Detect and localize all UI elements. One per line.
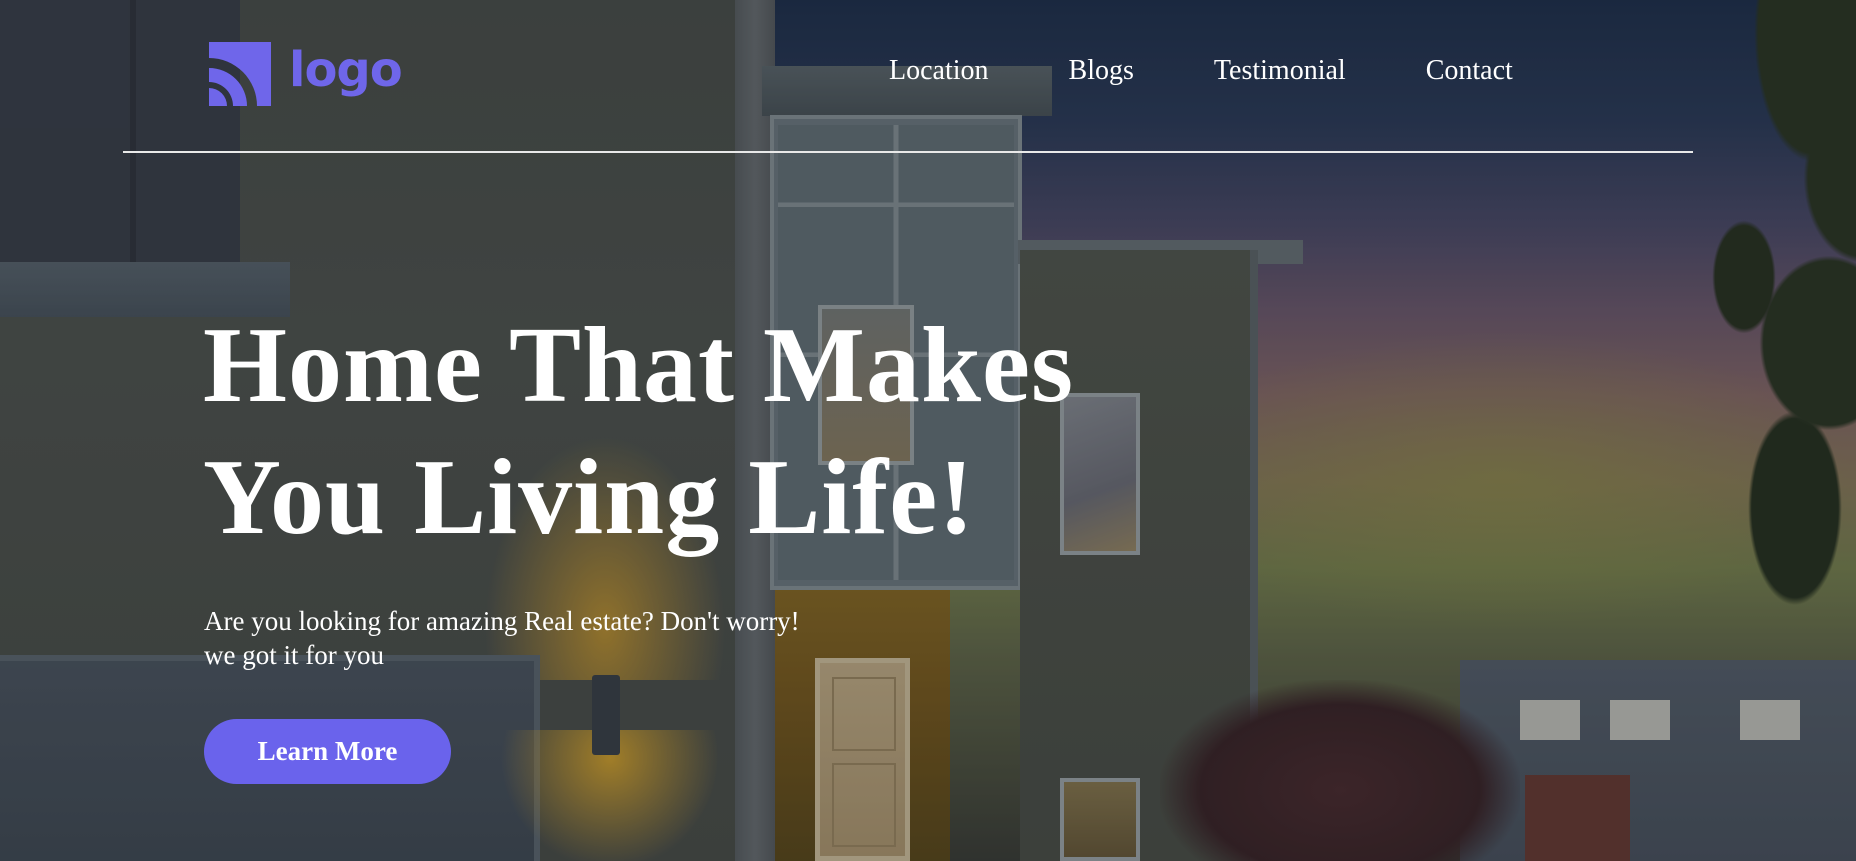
logo-text: logo [289,42,403,98]
header-divider [123,151,1693,153]
wifi-arc-icon [209,42,271,106]
nav-location[interactable]: Location [889,55,989,87]
nav-contact[interactable]: Contact [1426,55,1513,87]
nav-testimonial[interactable]: Testimonial [1214,55,1346,87]
hero-subtitle-line-1: Are you looking for amazing Real estate?… [204,606,800,636]
hero-title-line-1: Home That Makes [203,306,1074,425]
hero-subtitle: Are you looking for amazing Real estate?… [204,604,964,672]
main-nav: Location Blogs Testimonial Contact [889,55,1513,87]
learn-more-button[interactable]: Learn More [204,719,451,784]
hero-subtitle-line-2: we got it for you [204,640,384,670]
hero-title: Home That Makes You Living Life! [203,300,1203,564]
hero-title-line-2: You Living Life! [203,438,976,557]
logo[interactable]: logo [205,38,403,110]
nav-blogs[interactable]: Blogs [1069,55,1134,87]
